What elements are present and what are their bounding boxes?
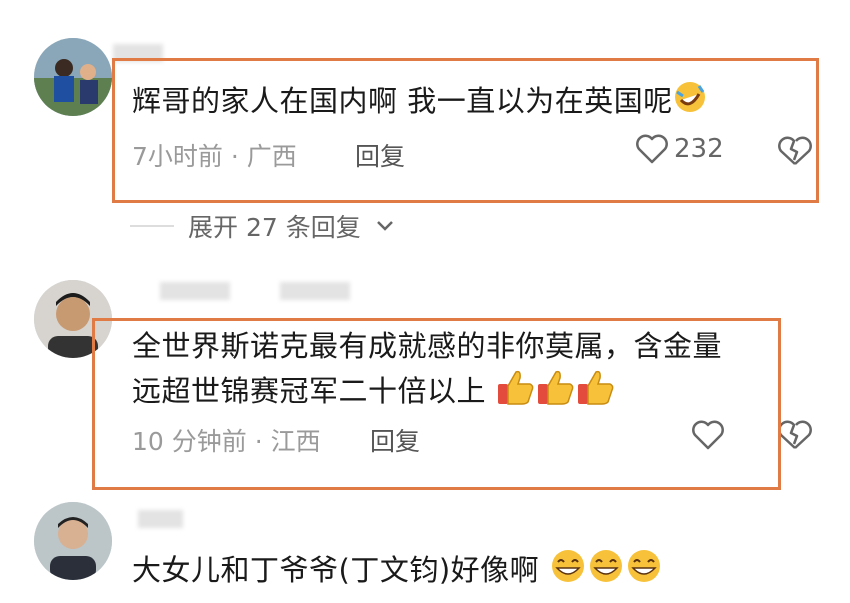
avatar[interactable] bbox=[34, 502, 112, 580]
comment-text-line-1: 全世界斯诺克最有成就感的非你莫属，含金量 bbox=[132, 329, 723, 363]
grin-emoji bbox=[549, 548, 587, 596]
heart-icon bbox=[636, 134, 668, 164]
username-blurred bbox=[113, 44, 163, 62]
thumbs-up-emoji bbox=[576, 368, 616, 418]
divider-line bbox=[130, 225, 174, 227]
comment-text: 大女儿和丁爷爷(丁文钧)好像啊 bbox=[132, 548, 663, 596]
chevron-down-icon bbox=[375, 219, 395, 233]
thumbs-up-emoji bbox=[536, 368, 576, 418]
comment-text-line-2: 远超世锦赛冠军二十倍以上 bbox=[132, 368, 616, 418]
expand-replies-label: 展开 27 条回复 bbox=[188, 213, 361, 242]
comment-text: 辉哥的家人在国内啊 我一直以为在英国呢 bbox=[132, 80, 707, 126]
grin-emoji bbox=[587, 548, 625, 596]
expand-replies[interactable]: 展开 27 条回复 bbox=[130, 208, 395, 244]
comment-meta: 10 分钟前 · 江西 bbox=[132, 427, 321, 456]
username-blurred bbox=[280, 282, 350, 300]
comment-meta: 7小时前 · 广西 bbox=[132, 142, 297, 171]
like-count: 232 bbox=[674, 134, 724, 164]
like-button[interactable]: 232 bbox=[636, 134, 724, 164]
dislike-broken-heart-icon[interactable] bbox=[778, 420, 812, 450]
rofl-emoji bbox=[673, 80, 707, 126]
dislike-broken-heart-icon[interactable] bbox=[778, 136, 812, 166]
username-blurred bbox=[138, 510, 183, 528]
thumbs-up-emoji bbox=[496, 368, 536, 418]
grin-emoji bbox=[625, 548, 663, 596]
reply-button[interactable]: 回复 bbox=[370, 422, 420, 458]
avatar[interactable] bbox=[34, 280, 112, 358]
avatar[interactable] bbox=[34, 38, 112, 116]
reply-button[interactable]: 回复 bbox=[355, 137, 405, 173]
username-blurred bbox=[160, 282, 230, 300]
heart-icon[interactable] bbox=[692, 420, 724, 450]
